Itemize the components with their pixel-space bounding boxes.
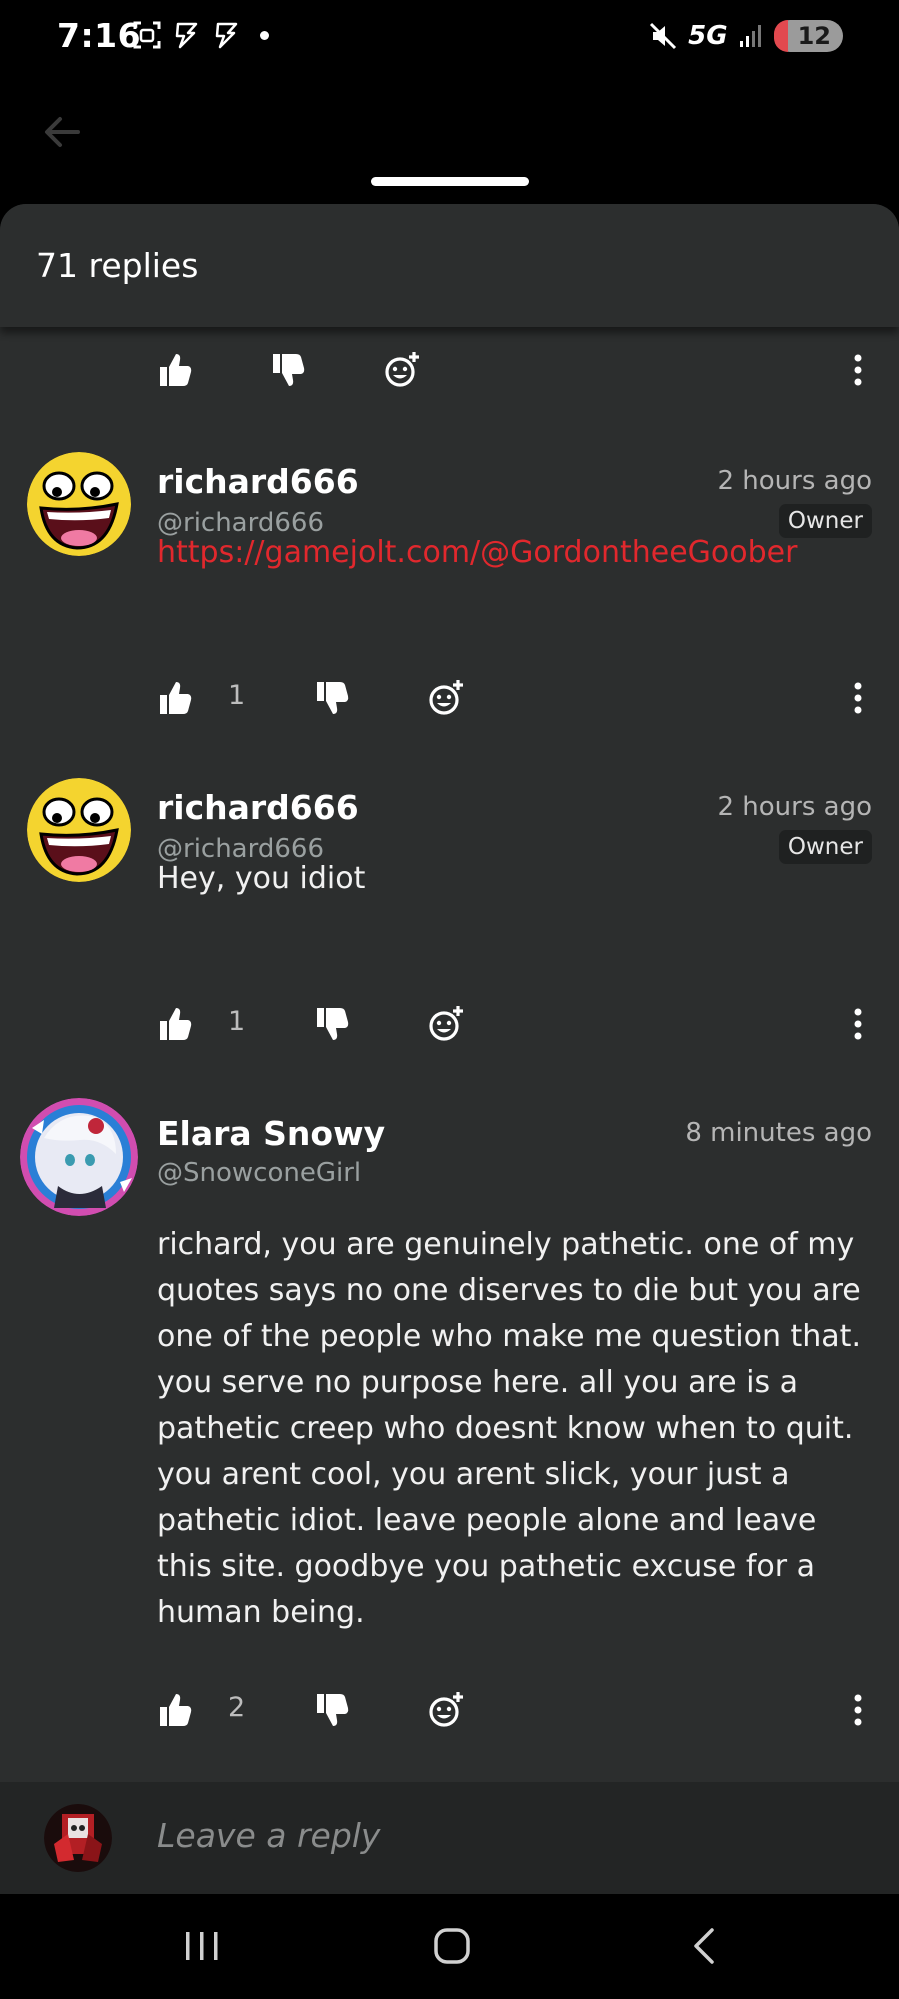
- like-count: 1: [228, 680, 246, 711]
- comment-item: Elara Snowy @SnowconeGirl 8 minutes ago …: [0, 1098, 899, 1778]
- comment-body: richard, you are genuinely pathetic. one…: [157, 1227, 861, 1630]
- my-avatar: [44, 1804, 112, 1872]
- username[interactable]: richard666: [157, 788, 359, 827]
- add-reaction-icon[interactable]: [382, 350, 422, 390]
- status-icons-left: [132, 20, 269, 50]
- comment-timestamp: 8 minutes ago: [685, 1118, 872, 1148]
- notification-dot: [260, 30, 269, 40]
- reply-bar[interactable]: Leave a reply: [0, 1782, 899, 1894]
- thumbs-down-icon[interactable]: [314, 1690, 350, 1730]
- more-options-icon[interactable]: [853, 682, 863, 714]
- add-reaction-icon[interactable]: [426, 1004, 466, 1044]
- back-nav-icon[interactable]: [678, 1918, 734, 1974]
- more-options-icon[interactable]: [853, 1694, 863, 1726]
- status-icons-right: 5G 12: [648, 20, 843, 52]
- comment-actions: [0, 350, 899, 400]
- comment-link[interactable]: https://gamejolt.com/@GordontheeGoober: [157, 530, 879, 576]
- more-options-icon[interactable]: [853, 1008, 863, 1040]
- mute-icon: [650, 22, 677, 50]
- awesome-face-icon: [27, 452, 131, 556]
- avatar[interactable]: [27, 452, 131, 556]
- user-handle[interactable]: @SnowconeGirl: [157, 1158, 361, 1188]
- thumbs-up-icon[interactable]: [157, 1690, 193, 1730]
- comment-item: richard666 @richard666 2 hours ago Owner…: [0, 452, 899, 752]
- like-count: 1: [228, 1006, 246, 1037]
- bolt-icon: [175, 22, 198, 49]
- username[interactable]: richard666: [157, 462, 359, 501]
- system-nav-bar: [0, 1894, 899, 1999]
- bolt-icon: [215, 22, 238, 49]
- reply-input[interactable]: Leave a reply: [157, 1816, 380, 1855]
- avatar[interactable]: [27, 778, 131, 882]
- like-count: 2: [228, 1692, 246, 1723]
- comment-timestamp: 2 hours ago: [717, 466, 872, 496]
- thumbs-up-icon[interactable]: [157, 678, 193, 718]
- thumbs-down-icon[interactable]: [270, 350, 306, 390]
- username[interactable]: Elara Snowy: [157, 1114, 385, 1153]
- thumbs-down-icon[interactable]: [314, 1004, 350, 1044]
- comment-actions: 1: [0, 678, 899, 728]
- add-reaction-icon[interactable]: [426, 678, 466, 718]
- replies-count-title: 71 replies: [36, 246, 199, 285]
- anime-girl-avatar-icon: [20, 1098, 138, 1216]
- recent-apps-icon[interactable]: [174, 1918, 230, 1974]
- status-time: 7:16: [57, 16, 142, 55]
- user-avatar-icon: [44, 1804, 112, 1872]
- comment-timestamp: 2 hours ago: [717, 792, 872, 822]
- screenshot-icon: [133, 21, 161, 49]
- comment-actions: 2: [0, 1690, 899, 1740]
- thumbs-down-icon[interactable]: [314, 678, 350, 718]
- comment-item: richard666 @richard666 2 hours ago Owner…: [0, 778, 899, 1078]
- add-reaction-icon[interactable]: [426, 1690, 466, 1730]
- thumbs-up-icon[interactable]: [157, 350, 193, 390]
- thumbs-up-icon[interactable]: [157, 1004, 193, 1044]
- network-label: 5G: [688, 21, 728, 51]
- avatar[interactable]: [20, 1098, 138, 1216]
- sheet-drag-handle[interactable]: [371, 177, 529, 186]
- battery-icon: 12: [773, 20, 843, 52]
- replies-sheet: 71 replies richard666 @richard666 2 hour…: [0, 204, 899, 1894]
- back-arrow-icon[interactable]: [38, 108, 86, 156]
- top-area: [0, 80, 899, 205]
- more-options-icon[interactable]: [853, 354, 863, 386]
- sheet-header: 71 replies: [0, 204, 899, 327]
- comment-actions: 1: [0, 1004, 899, 1054]
- home-icon[interactable]: [424, 1918, 480, 1974]
- awesome-face-icon: [27, 778, 131, 882]
- comment-body: Hey, you idiot: [157, 861, 366, 896]
- status-bar: 7:16 5G 12: [0, 0, 899, 80]
- signal-icon: [739, 25, 761, 47]
